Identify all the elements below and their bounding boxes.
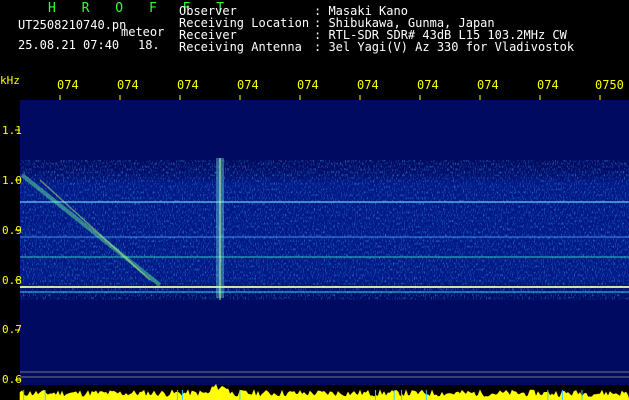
intensity-trace <box>19 383 629 400</box>
signal-noise <box>20 160 629 300</box>
freq-axis-ticks <box>15 129 20 381</box>
time-tick-label: 074 <box>537 78 559 92</box>
freq-tick-label: 0.7 <box>2 323 22 336</box>
filename: UT2508210740.pn <box>18 18 127 32</box>
date-time: 25.08.21 07:40 <box>18 38 120 52</box>
time-tick-label: 074 <box>477 78 499 92</box>
time-tick-label: 074 <box>237 78 259 92</box>
intensity-trace-line <box>19 383 629 400</box>
freq-tick-label: 0.8 <box>2 274 22 287</box>
freq-tick-label: 1.0 <box>2 174 22 187</box>
time-tick-label: 0750 <box>595 78 624 92</box>
spectrogram <box>15 95 629 400</box>
freq-tick-label: 0.6 <box>2 373 22 386</box>
time-tick-label: 074 <box>177 78 199 92</box>
meta-key-antenna: Receiving Antenna <box>179 40 302 54</box>
time-tick-label: 074 <box>297 78 319 92</box>
time-tick-label: 074 <box>357 78 379 92</box>
freq-tick-label: 1.1 <box>2 124 22 137</box>
meta-value-antenna: : 3el Yagi(V) Az 330 for Vladivostok <box>314 40 575 54</box>
time-tick-label: 074 <box>117 78 139 92</box>
count-value: 18. <box>138 38 160 52</box>
freq-tick-label: 0.9 <box>2 224 22 237</box>
time-tick-label: 074 <box>417 78 439 92</box>
time-axis-ticks <box>59 95 601 100</box>
time-tick-label: 074 <box>57 78 79 92</box>
freq-unit-label: kHz <box>0 74 20 87</box>
event-tag: meteor <box>121 25 165 39</box>
